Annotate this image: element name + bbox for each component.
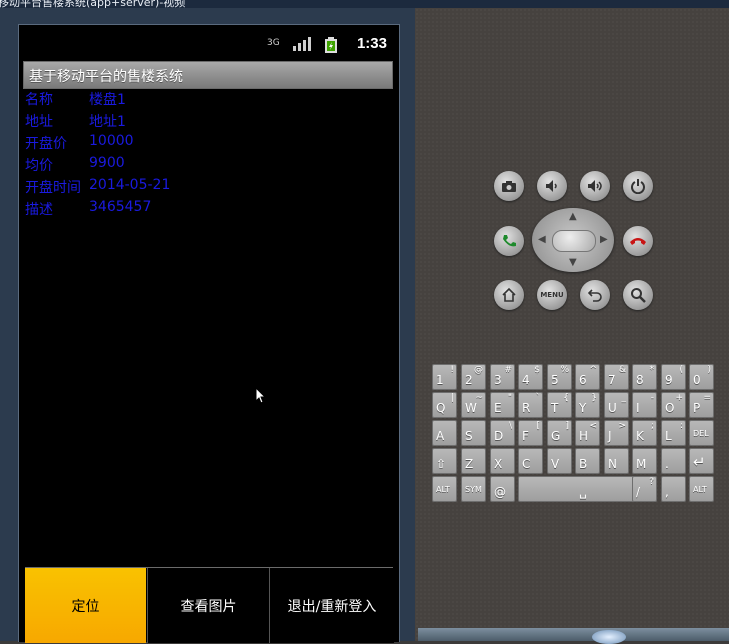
key[interactable]: @ (490, 476, 515, 502)
key[interactable]: | Q (432, 392, 457, 418)
key[interactable]: * 8 (632, 364, 657, 390)
key[interactable]: ] G (547, 420, 572, 446)
key[interactable]: ; K (632, 420, 657, 446)
detail-value: 楼盘1 (89, 92, 126, 108)
dpad-down-icon[interactable]: ▼ (569, 257, 577, 268)
key[interactable]: (9 (661, 364, 686, 390)
detail-label: 开盘时间 (25, 180, 81, 196)
key[interactable]: ` R (518, 392, 543, 418)
key[interactable]: > J (604, 420, 629, 446)
emulator-controls-panel (415, 8, 729, 641)
shift-key[interactable]: ⇧ (432, 448, 457, 474)
key[interactable]: % 5 (547, 364, 572, 390)
key[interactable]: X (490, 448, 515, 474)
detail-value: 地址1 (89, 114, 126, 130)
dpad-right-icon[interactable]: ▶ (600, 234, 608, 245)
key[interactable]: #3 (490, 364, 515, 390)
key[interactable]: " E (490, 392, 515, 418)
detail-value: 10000 (89, 133, 134, 149)
key[interactable]: {T (547, 392, 572, 418)
detail-label: 开盘价 (25, 136, 67, 152)
app-title-bar: 基于移动平台的售楼系统 (23, 61, 393, 89)
key[interactable]: V (547, 448, 572, 474)
key[interactable]: ! 1 (432, 364, 457, 390)
key[interactable]: $4 (518, 364, 543, 390)
key[interactable]: & 7 (604, 364, 629, 390)
detail-value: 2014-05-21 (89, 177, 171, 193)
key[interactable]: < H (575, 420, 600, 446)
key[interactable]: [F (518, 420, 543, 446)
key[interactable]: , (661, 476, 686, 502)
volume-down-icon[interactable] (537, 171, 567, 201)
back-icon[interactable] (580, 280, 610, 310)
camera-icon[interactable] (494, 171, 524, 201)
power-icon[interactable] (623, 171, 653, 201)
alt-key[interactable]: ALT (432, 476, 457, 502)
key[interactable]: ~ W (461, 392, 486, 418)
key[interactable]: N (604, 448, 629, 474)
clock: 1:33 (356, 35, 387, 52)
bottom-tab-bar: 定位 查看图片 退出/重新登入 (25, 567, 394, 643)
hardware-keyboard: ! 1 @2 #3 $4 % 5 ^ 6 & 7 * 8 (9 ) 0 | Q ~ W " E `… (432, 364, 716, 502)
tab-logout[interactable]: 退出/重新登入 (269, 568, 394, 643)
window-title-bar: 移动平台售楼系统(app+server)-视频 (0, 0, 729, 8)
search-icon[interactable] (623, 280, 653, 310)
dpad[interactable]: ▲ ▼ ◀ ▶ (532, 208, 614, 272)
app-title: 基于移动平台的售楼系统 (29, 69, 183, 85)
key[interactable]: :L (661, 420, 686, 446)
key[interactable]: Z (461, 448, 486, 474)
detail-label: 均价 (25, 158, 53, 174)
network-3g-icon: 3G (267, 38, 280, 48)
emulator-bottom-bar (418, 628, 729, 641)
volume-up-icon[interactable] (580, 171, 610, 201)
key[interactable]: _ U (604, 392, 629, 418)
sym-key[interactable]: SYM (461, 476, 486, 502)
tab-view-images[interactable]: 查看图片 (147, 568, 269, 643)
detail-label: 描述 (25, 202, 53, 218)
key[interactable]: B (575, 448, 600, 474)
key[interactable]: = P (689, 392, 714, 418)
key[interactable]: . (661, 448, 686, 474)
dpad-center-button[interactable] (552, 230, 596, 252)
delete-key[interactable]: DEL (689, 420, 714, 446)
window-title: 移动平台售楼系统(app+server)-视频 (0, 0, 186, 8)
key[interactable]: A (432, 420, 457, 446)
signal-icon (293, 37, 311, 54)
key[interactable]: M (632, 448, 657, 474)
key[interactable]: C (518, 448, 543, 474)
end-call-icon[interactable] (623, 226, 653, 256)
key[interactable]: \ D (490, 420, 515, 446)
key[interactable]: ^ 6 (575, 364, 600, 390)
detail-label: 名称 (25, 92, 53, 108)
key[interactable]: + O (661, 392, 686, 418)
key[interactable]: ? / (632, 476, 657, 502)
detail-value: 3465457 (89, 199, 152, 215)
alt-key[interactable]: ALT (689, 476, 714, 502)
key[interactable]: S (461, 420, 486, 446)
scroll-knob[interactable] (592, 630, 626, 644)
key[interactable]: } Y (575, 392, 600, 418)
phone-screen: 3G 1:33 基于移动平台的售楼系统 名称 楼盘1 地址 地址1 开盘价 10… (18, 24, 400, 643)
key[interactable]: @2 (461, 364, 486, 390)
enter-key[interactable]: ↵ (689, 448, 714, 474)
dpad-up-icon[interactable]: ▲ (569, 211, 577, 222)
key[interactable]: ) 0 (689, 364, 714, 390)
tab-locate[interactable]: 定位 (25, 568, 146, 643)
key[interactable]: -I (632, 392, 657, 418)
home-icon[interactable] (494, 280, 524, 310)
battery-icon (325, 37, 337, 56)
status-bar: 3G 1:33 (19, 25, 399, 61)
detail-label: 地址 (25, 114, 53, 130)
call-icon[interactable] (494, 226, 524, 256)
menu-button[interactable]: MENU (537, 280, 567, 310)
detail-value: 9900 (89, 155, 125, 171)
dpad-left-icon[interactable]: ◀ (538, 234, 546, 245)
